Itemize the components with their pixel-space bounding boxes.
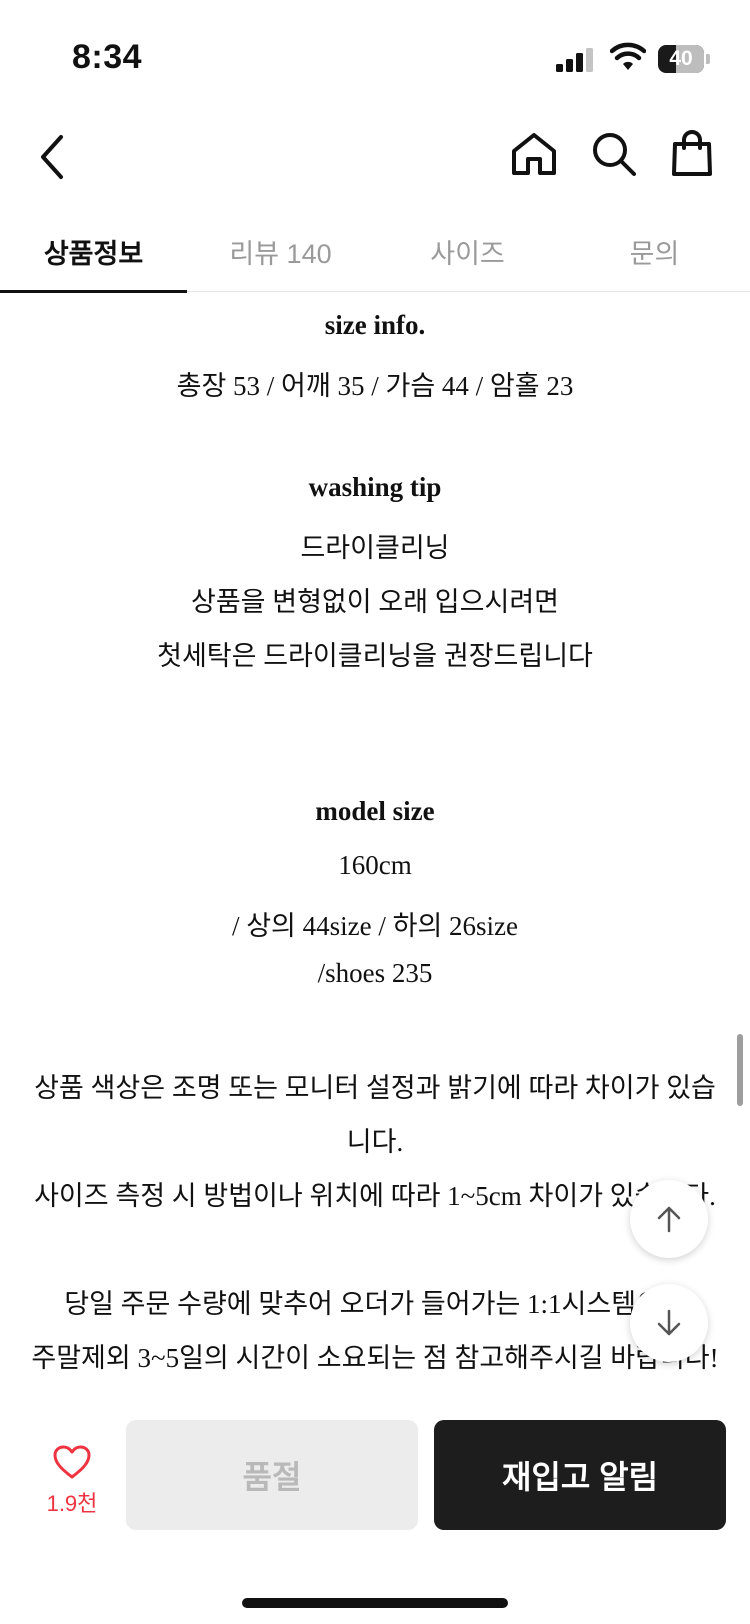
washing-tip-title: washing tip	[308, 472, 442, 502]
arrow-down-icon	[657, 1309, 681, 1336]
model-size-line: / 상의 44size / 하의 26size	[231, 911, 519, 941]
arrow-up-icon	[657, 1206, 681, 1233]
shopping-bag-icon	[672, 130, 712, 176]
home-button[interactable]	[506, 124, 562, 184]
model-size-line: /shoes 235	[317, 958, 433, 988]
heart-icon	[53, 1445, 91, 1479]
tab-reviews[interactable]: 리뷰 140	[187, 210, 374, 292]
washing-line: 첫세탁은 드라이클리닝을 권장드립니다	[157, 641, 593, 671]
battery-level: 40	[669, 47, 693, 70]
home-icon	[512, 133, 556, 175]
back-button[interactable]	[24, 122, 80, 192]
top-navigation	[0, 110, 750, 210]
battery-body: 40	[658, 45, 704, 73]
model-size-title: model size	[315, 796, 435, 826]
tab-size[interactable]: 사이즈	[374, 210, 561, 292]
status-bar: 8:34 40	[0, 0, 750, 110]
back-chevron-icon	[41, 135, 63, 179]
soldout-button[interactable]: 품절	[126, 1420, 418, 1530]
battery-icon: 40	[658, 45, 710, 73]
shopping-bag-button[interactable]	[664, 124, 720, 184]
search-icon	[593, 133, 636, 176]
washing-line: 드라이클리닝	[300, 533, 450, 563]
notice-line: 니다.	[346, 1127, 404, 1157]
signal-icon	[556, 48, 593, 72]
status-time: 8:34	[72, 38, 143, 76]
restock-alert-button[interactable]: 재입고 알림	[434, 1420, 726, 1530]
model-size-line: 160cm	[338, 850, 412, 880]
like-button[interactable]: 1.9천	[30, 1444, 114, 1530]
product-tabs: 상품정보 리뷰 140 사이즈 문의	[0, 210, 750, 293]
wifi-icon	[610, 42, 646, 70]
tab-product-info[interactable]: 상품정보	[0, 210, 187, 293]
bottom-action-bar: 1.9천 품절 재입고 알림	[0, 1394, 750, 1624]
tab-inquiry[interactable]: 문의	[561, 210, 748, 292]
washing-line: 상품을 변형없이 오래 입으시려면	[190, 587, 559, 617]
search-button[interactable]	[586, 124, 642, 184]
like-count: 1.9천	[46, 1491, 98, 1516]
home-indicator	[242, 1598, 508, 1608]
scroll-to-top-button[interactable]	[630, 1180, 708, 1258]
scrollbar-thumb[interactable]	[737, 1034, 743, 1106]
scroll-to-bottom-button[interactable]	[630, 1284, 708, 1362]
size-info-title: size info.	[324, 310, 426, 340]
notice-line: 상품 색상은 조명 또는 모니터 설정과 밝기에 따라 차이가 있습	[34, 1073, 716, 1103]
battery-cap	[706, 54, 710, 64]
size-info-text: 총장 53 / 어깨 35 / 가슴 44 / 암홀 23	[176, 371, 574, 401]
